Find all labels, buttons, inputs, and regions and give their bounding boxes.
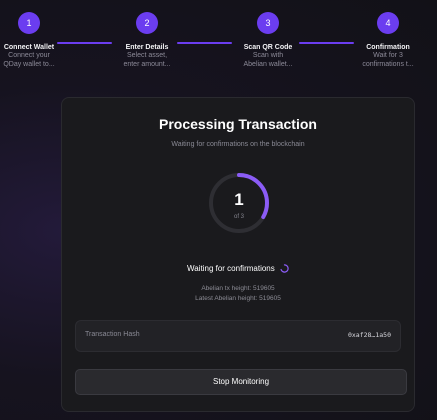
confirmation-total: of 3 xyxy=(233,214,244,220)
step-description-line: Wait for 3 xyxy=(373,52,403,59)
tx-height-text: Abelian tx height: 519605 xyxy=(201,285,275,292)
step-connector xyxy=(177,42,232,44)
spinner-icon xyxy=(280,264,289,273)
step-title: Connect Wallet xyxy=(3,44,55,51)
step-number-badge: 3 xyxy=(257,12,279,34)
step-number-badge: 1 xyxy=(18,12,40,34)
step-connector xyxy=(299,42,354,44)
confirmation-count: 1 xyxy=(234,190,244,209)
step-number-badge: 2 xyxy=(136,12,158,34)
stop-monitoring-button[interactable]: Stop Monitoring xyxy=(75,369,407,395)
step-description-line: Scan with xyxy=(252,52,284,59)
transaction-hash-label: Transaction Hash xyxy=(85,331,140,338)
step-number-badge: 4 xyxy=(377,12,399,34)
step-connector xyxy=(57,42,112,44)
latest-height-text: Latest Abelian height: 519605 xyxy=(195,295,281,302)
step-description-line: Select asset, xyxy=(126,52,168,59)
step-connect-wallet: 1 Connect Wallet Connect your QDay walle… xyxy=(0,12,69,69)
step-scan-qr-code: 3 Scan QR Code Scan with Abelian wallet.… xyxy=(228,12,308,69)
waiting-status-text: Waiting for confirmations xyxy=(187,264,275,273)
step-title: Confirmation xyxy=(366,44,410,51)
progress-stepper: 1 Connect Wallet Connect your QDay walle… xyxy=(0,0,437,100)
page-subtitle: Waiting for confirmations on the blockch… xyxy=(171,141,305,148)
transaction-status-card: Processing Transaction Waiting for confi… xyxy=(61,97,415,412)
step-title: Enter Details xyxy=(125,44,169,51)
step-confirmation: 4 Confirmation Wait for 3 confirmations … xyxy=(348,12,428,69)
step-enter-details: 2 Enter Details Select asset, enter amou… xyxy=(107,12,187,69)
step-description-line: QDay wallet to... xyxy=(3,60,55,68)
step-description-line: confirmations t... xyxy=(362,60,414,68)
transaction-hash-row: Transaction Hash 0xaf28…1a50 xyxy=(75,320,401,352)
step-title: Scan QR Code xyxy=(243,44,293,51)
page-title: Processing Transaction xyxy=(159,116,317,132)
transaction-hash-value[interactable]: 0xaf28…1a50 xyxy=(348,331,391,339)
step-description-line: Abelian wallet... xyxy=(243,60,293,68)
step-description-line: Connect your xyxy=(8,52,50,59)
waiting-status: Waiting for confirmations xyxy=(62,263,414,275)
step-description-line: enter amount... xyxy=(123,60,171,68)
